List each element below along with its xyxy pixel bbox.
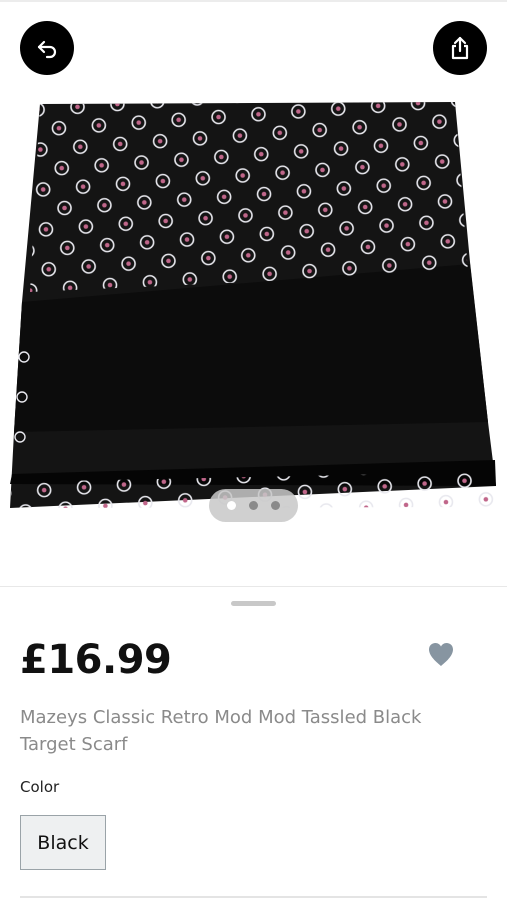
- color-option-black[interactable]: Black: [20, 815, 106, 870]
- pager-dot-2[interactable]: [249, 501, 258, 510]
- product-title: Mazeys Classic Retro Mod Mod Tassled Bla…: [20, 707, 422, 755]
- share-icon: [451, 36, 469, 60]
- share-button[interactable]: [433, 21, 487, 75]
- back-button[interactable]: [20, 21, 74, 75]
- sheet-divider: [0, 586, 507, 587]
- product-detail-screen: £16.99 Mazeys Classic Retro Mod Mod Tass…: [0, 0, 507, 900]
- sheet-drag-handle[interactable]: [231, 601, 276, 606]
- heart-icon[interactable]: [426, 640, 456, 668]
- image-pager[interactable]: [209, 489, 298, 522]
- bottom-divider: [20, 896, 487, 898]
- color-label: Color: [20, 778, 60, 796]
- pager-dot-3[interactable]: [271, 501, 280, 510]
- product-price: £16.99: [20, 637, 172, 683]
- product-image-gallery[interactable]: [0, 2, 507, 586]
- back-arrow-icon: [37, 40, 57, 59]
- pager-dot-1[interactable]: [227, 501, 236, 510]
